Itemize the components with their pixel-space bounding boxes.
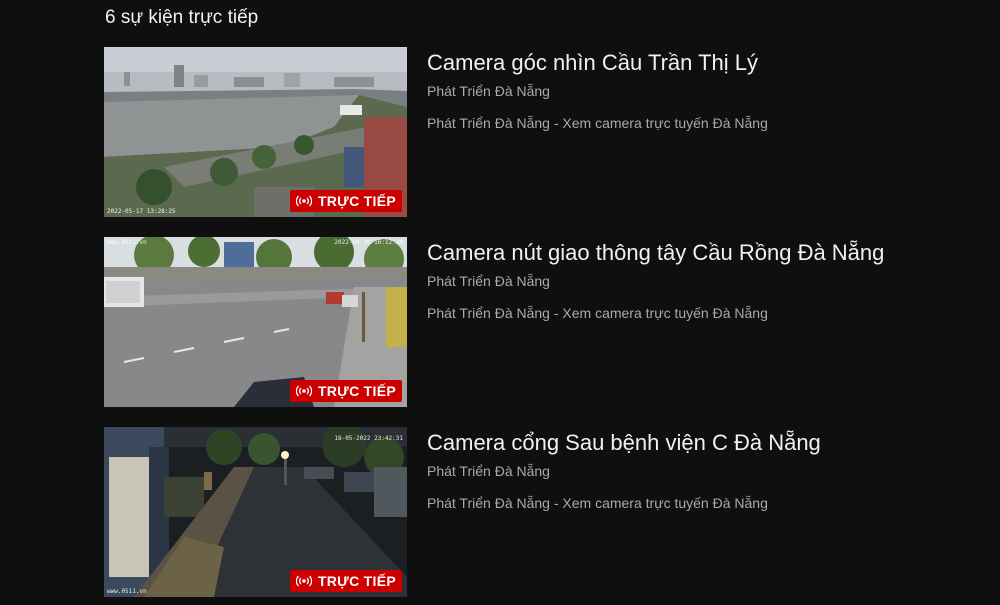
video-item-benh-vien-c[interactable]: www.0511.vn 18-05-2022 23:42:31 TRỰC TIẾ… bbox=[104, 427, 984, 605]
video-thumbnail[interactable]: 2022-05-17 13:28:25 TRỰC TIẾP bbox=[104, 47, 407, 217]
channel-name-link[interactable]: Phát Triển Đà Nẵng bbox=[427, 271, 982, 291]
video-title-link[interactable]: Camera cổng Sau bệnh viện C Đà Nẵng bbox=[427, 429, 982, 457]
timestamp-overlay: 2022-04-30 16:12:24 bbox=[334, 239, 403, 246]
site-watermark: www.0511.vn bbox=[107, 588, 147, 595]
video-title-link[interactable]: Camera nút giao thông tây Cầu Rồng Đà Nẵ… bbox=[427, 239, 982, 267]
live-label: TRỰC TIẾP bbox=[317, 383, 396, 399]
channel-name-link[interactable]: Phát Triển Đà Nẵng bbox=[427, 81, 982, 101]
video-description: Phát Triển Đà Nẵng - Xem camera trực tuy… bbox=[427, 495, 768, 511]
live-broadcast-icon bbox=[295, 385, 312, 397]
video-meta: Camera cổng Sau bệnh viện C Đà Nẵng Phát… bbox=[427, 427, 982, 513]
search-results-page: 6 sự kiện trực tiếp 2022-05-17 13:28:25 … bbox=[0, 0, 1000, 605]
video-item-cau-rong[interactable]: www.0511.vn 2022-04-30 16:12:24 TRỰC TIẾ… bbox=[104, 237, 984, 427]
channel-name-link[interactable]: Phát Triển Đà Nẵng bbox=[427, 461, 982, 481]
video-meta: Camera nút giao thông tây Cầu Rồng Đà Nẵ… bbox=[427, 237, 982, 323]
live-broadcast-icon bbox=[295, 575, 312, 587]
video-list: 2022-05-17 13:28:25 TRỰC TIẾP Camera góc… bbox=[104, 47, 984, 605]
video-description: Phát Triển Đà Nẵng - Xem camera trực tuy… bbox=[427, 305, 768, 321]
timestamp-overlay: 2022-05-17 13:28:25 bbox=[107, 208, 176, 215]
video-title-link[interactable]: Camera góc nhìn Cầu Trần Thị Lý bbox=[427, 49, 982, 77]
live-badge: TRỰC TIẾP bbox=[289, 380, 402, 402]
live-broadcast-icon bbox=[295, 195, 312, 207]
video-item-cau-tran-thi-ly[interactable]: 2022-05-17 13:28:25 TRỰC TIẾP Camera góc… bbox=[104, 47, 984, 237]
timestamp-overlay: 18-05-2022 23:42:31 bbox=[334, 435, 403, 442]
video-thumbnail[interactable]: www.0511.vn 2022-04-30 16:12:24 TRỰC TIẾ… bbox=[104, 237, 407, 407]
live-badge: TRỰC TIẾP bbox=[289, 570, 402, 592]
live-events-heading: 6 sự kiện trực tiếp bbox=[105, 7, 259, 28]
live-label: TRỰC TIẾP bbox=[317, 193, 396, 209]
live-label: TRỰC TIẾP bbox=[317, 573, 396, 589]
video-meta: Camera góc nhìn Cầu Trần Thị Lý Phát Tri… bbox=[427, 47, 982, 133]
video-thumbnail[interactable]: www.0511.vn 18-05-2022 23:42:31 TRỰC TIẾ… bbox=[104, 427, 407, 597]
live-badge: TRỰC TIẾP bbox=[289, 190, 402, 212]
video-description: Phát Triển Đà Nẵng - Xem camera trực tuy… bbox=[427, 115, 768, 131]
site-watermark: www.0511.vn bbox=[107, 239, 147, 246]
